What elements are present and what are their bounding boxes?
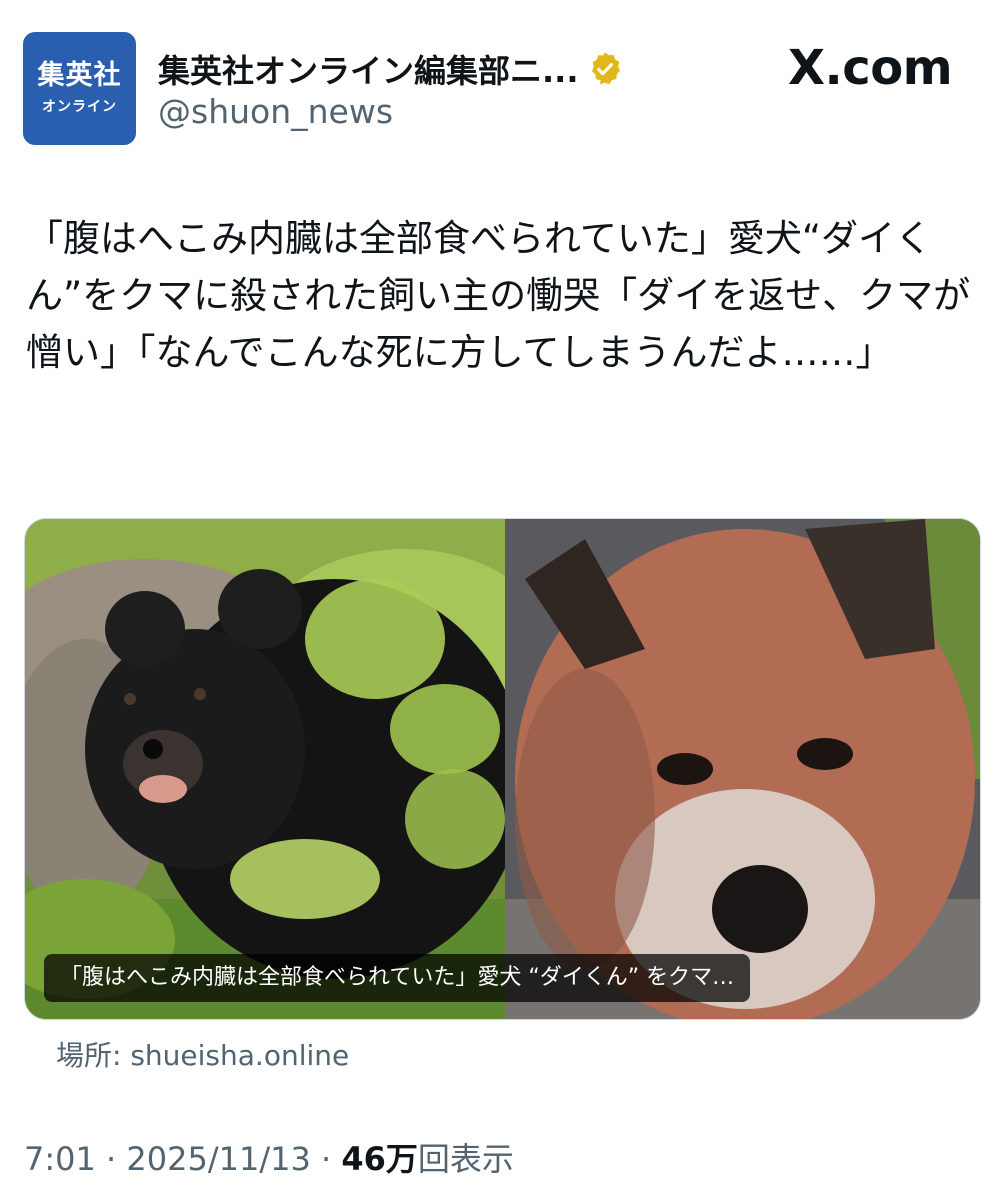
views-count: 46万 [341, 1140, 418, 1178]
bear-image [25, 519, 545, 1019]
meta-separator: · [310, 1140, 342, 1178]
views-label: 回表示 [417, 1140, 514, 1178]
tweet-text: 「腹はへこみ内臓は全部食べられていた」愛犬“ダイくん”をクマに殺された飼い主の慟… [26, 217, 971, 374]
avatar-text-line2: オンライン [42, 99, 117, 116]
avatar-text-line1: 集英社 [37, 59, 122, 91]
source-label: 場所: [56, 1039, 131, 1072]
media-card[interactable] [24, 518, 981, 1020]
tweet-card: 集英社 オンライン 集英社オンライン編集部ニ... @shuon_news X.… [0, 0, 1005, 1200]
tweet-date[interactable]: 2025/11/13 [126, 1140, 310, 1178]
link-source[interactable]: 場所: shueisha.online [56, 1034, 349, 1074]
tweet-meta: 7:01 · 2025/11/13 · 46万回表示 [24, 1134, 514, 1180]
site-label: X.com [788, 40, 953, 96]
media-caption: 「腹はへこみ内臓は全部食べられていた」愛犬 “ダイくん” をクマ… [44, 954, 751, 1002]
account-handle[interactable]: @shuon_news [158, 92, 393, 131]
avatar[interactable]: 集英社 オンライン [23, 32, 136, 145]
dog-image [505, 519, 980, 1019]
tweet-time[interactable]: 7:01 [24, 1140, 96, 1178]
source-domain[interactable]: shueisha.online [130, 1039, 349, 1072]
verified-badge-icon [586, 50, 624, 88]
meta-separator: · [95, 1140, 127, 1178]
display-name-row: 集英社オンライン編集部ニ... [158, 46, 624, 92]
site-label-text: X.com [788, 40, 953, 96]
display-name[interactable]: 集英社オンライン編集部ニ... [158, 46, 578, 92]
